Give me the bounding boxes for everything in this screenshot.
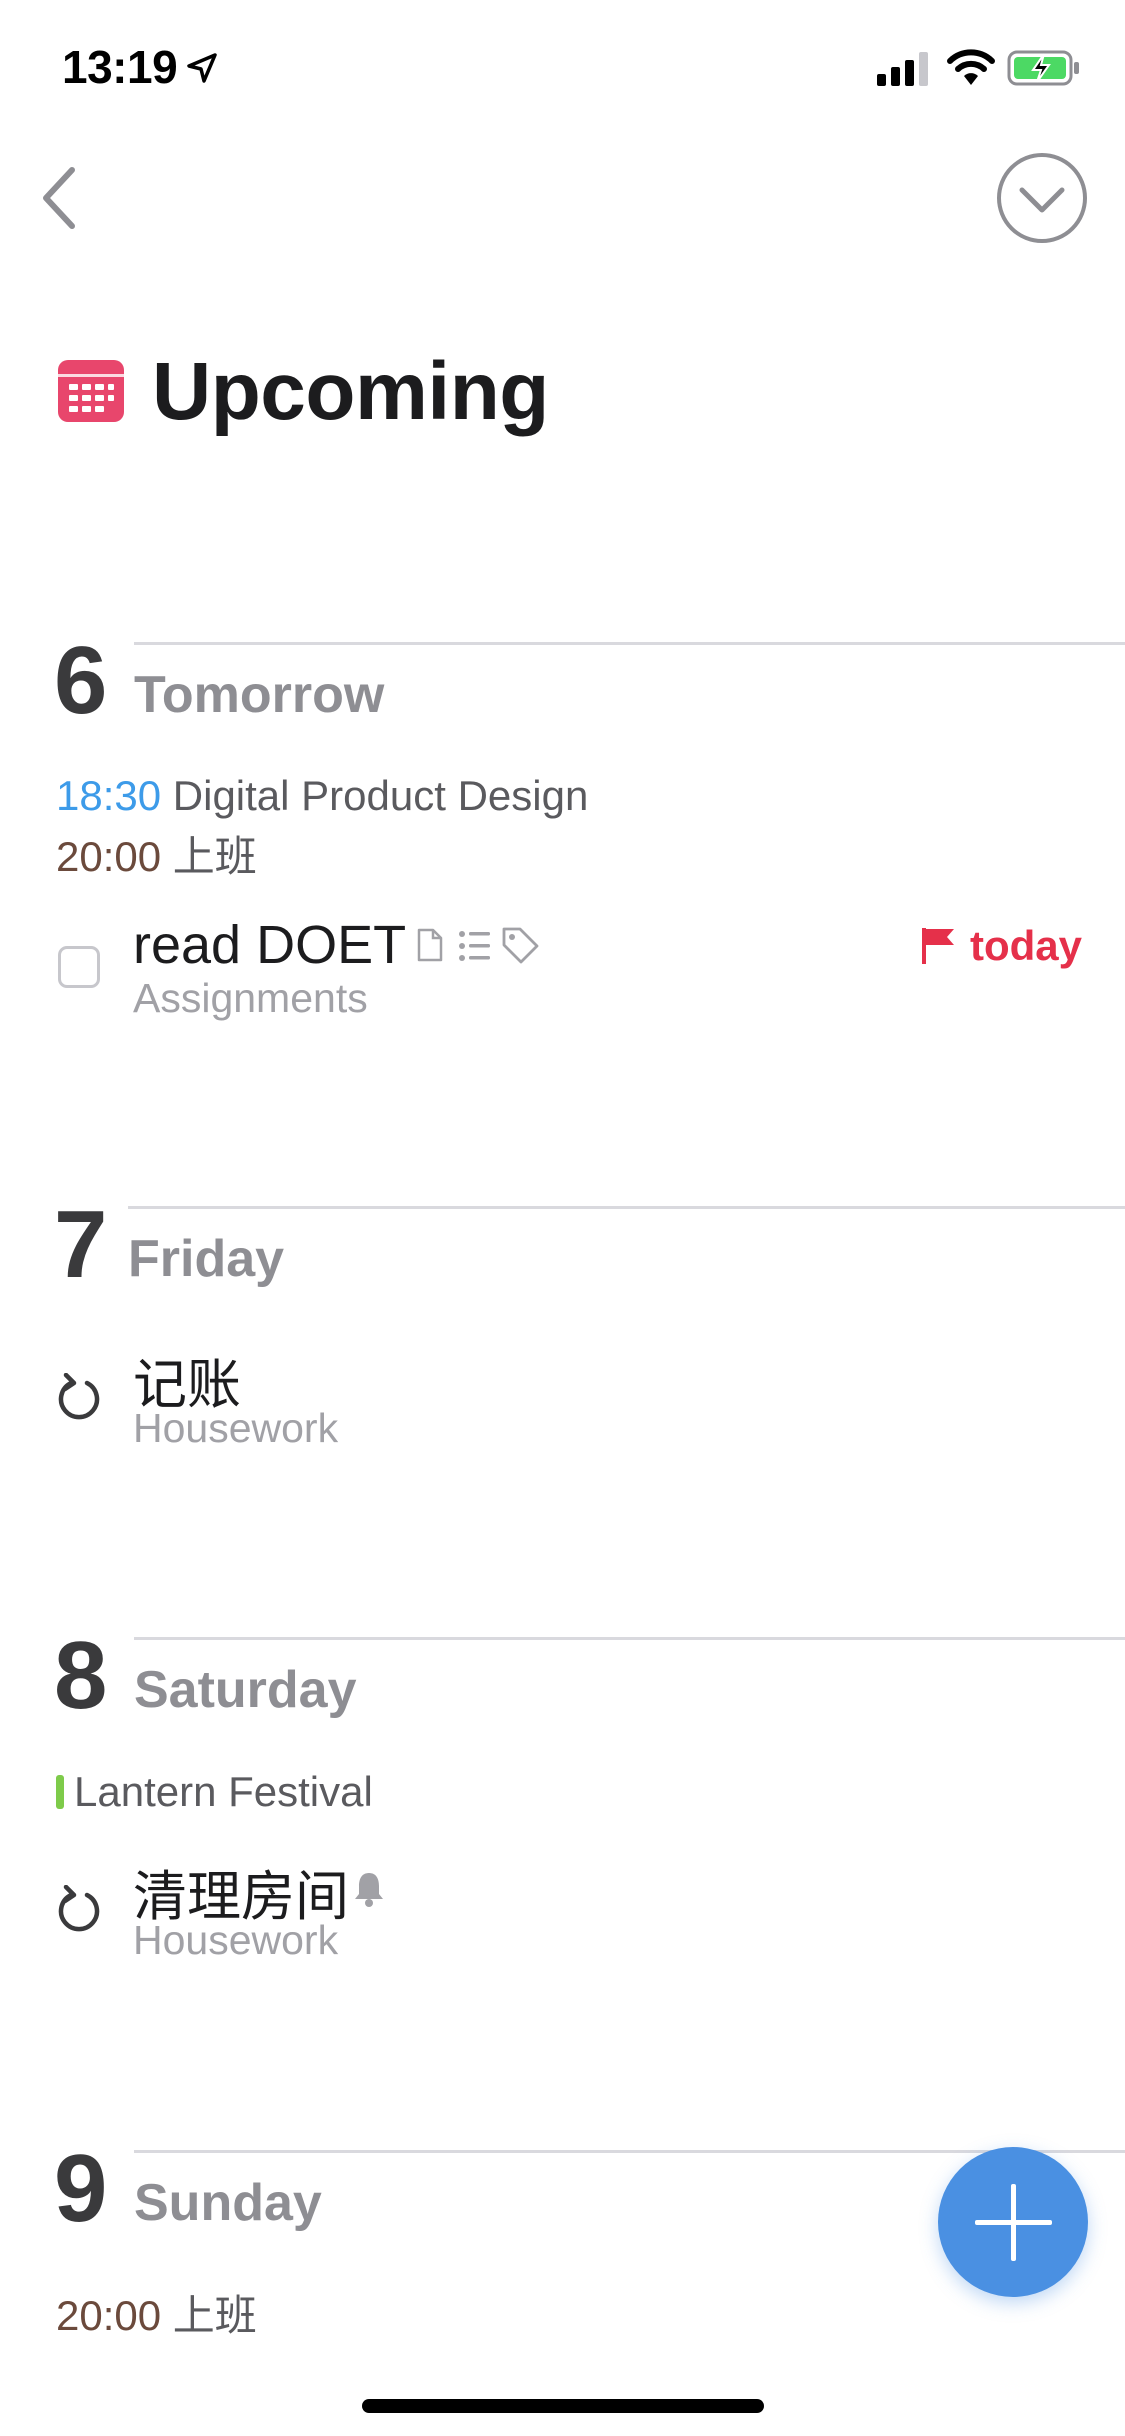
repeat-icon[interactable] (54, 1373, 104, 1423)
day-name: Sunday (134, 2174, 322, 2232)
task-checkbox[interactable] (58, 946, 100, 988)
battery-charging-icon (1007, 50, 1079, 86)
task-list-name: Assignments (133, 975, 368, 1021)
calendar-event[interactable]: 20:00 上班 (56, 2282, 257, 2343)
task-list-name: Housework (133, 1405, 339, 1451)
flag-icon (922, 928, 954, 964)
task-list-name: Housework (133, 1917, 339, 1963)
deadline-label: today (970, 922, 1083, 969)
page-title: Upcoming (152, 346, 549, 437)
cellular-signal-icon (877, 52, 928, 86)
tag-icon (502, 927, 539, 964)
event-title: 上班 (172, 2292, 257, 2339)
holiday-event[interactable]: Lantern Festival (74, 1768, 373, 1816)
bell-icon (355, 1873, 383, 1907)
calendar-icon (58, 360, 124, 422)
plus-icon (975, 2184, 1052, 2261)
status-time: 13:19 (62, 41, 178, 93)
calendar-event[interactable]: 18:30 Digital Product Design (56, 772, 588, 820)
task-title[interactable]: read DOET (133, 914, 406, 976)
day-name: Saturday (134, 1661, 357, 1719)
repeat-icon[interactable] (54, 1885, 104, 1935)
day-divider (134, 642, 1125, 645)
done-circle-button[interactable] (996, 152, 1088, 244)
day-name: Tomorrow (134, 666, 385, 724)
day-number: 6 (54, 627, 108, 734)
event-time: 20:00 (56, 2292, 162, 2339)
day-number: 9 (54, 2135, 108, 2242)
event-title: 上班 (172, 833, 257, 880)
event-title: Digital Product Design (172, 772, 589, 819)
home-indicator[interactable] (362, 2399, 764, 2413)
day-divider (134, 1637, 1125, 1640)
holiday-marker (56, 1775, 64, 1809)
day-divider (128, 1206, 1125, 1209)
event-time: 20:00 (56, 833, 162, 880)
calendar-event[interactable]: 20:00 上班 (56, 823, 257, 884)
add-task-button[interactable] (938, 2147, 1088, 2297)
back-button[interactable] (38, 164, 82, 232)
day-name: Friday (128, 1230, 285, 1288)
location-arrow-icon (187, 53, 217, 83)
deadline-badge[interactable]: today (920, 922, 1082, 970)
wifi-icon (947, 49, 995, 85)
note-icon (417, 928, 443, 962)
checklist-icon (459, 931, 490, 961)
event-time: 18:30 (56, 772, 162, 819)
day-number: 8 (54, 1622, 108, 1729)
day-number: 7 (54, 1191, 108, 1298)
